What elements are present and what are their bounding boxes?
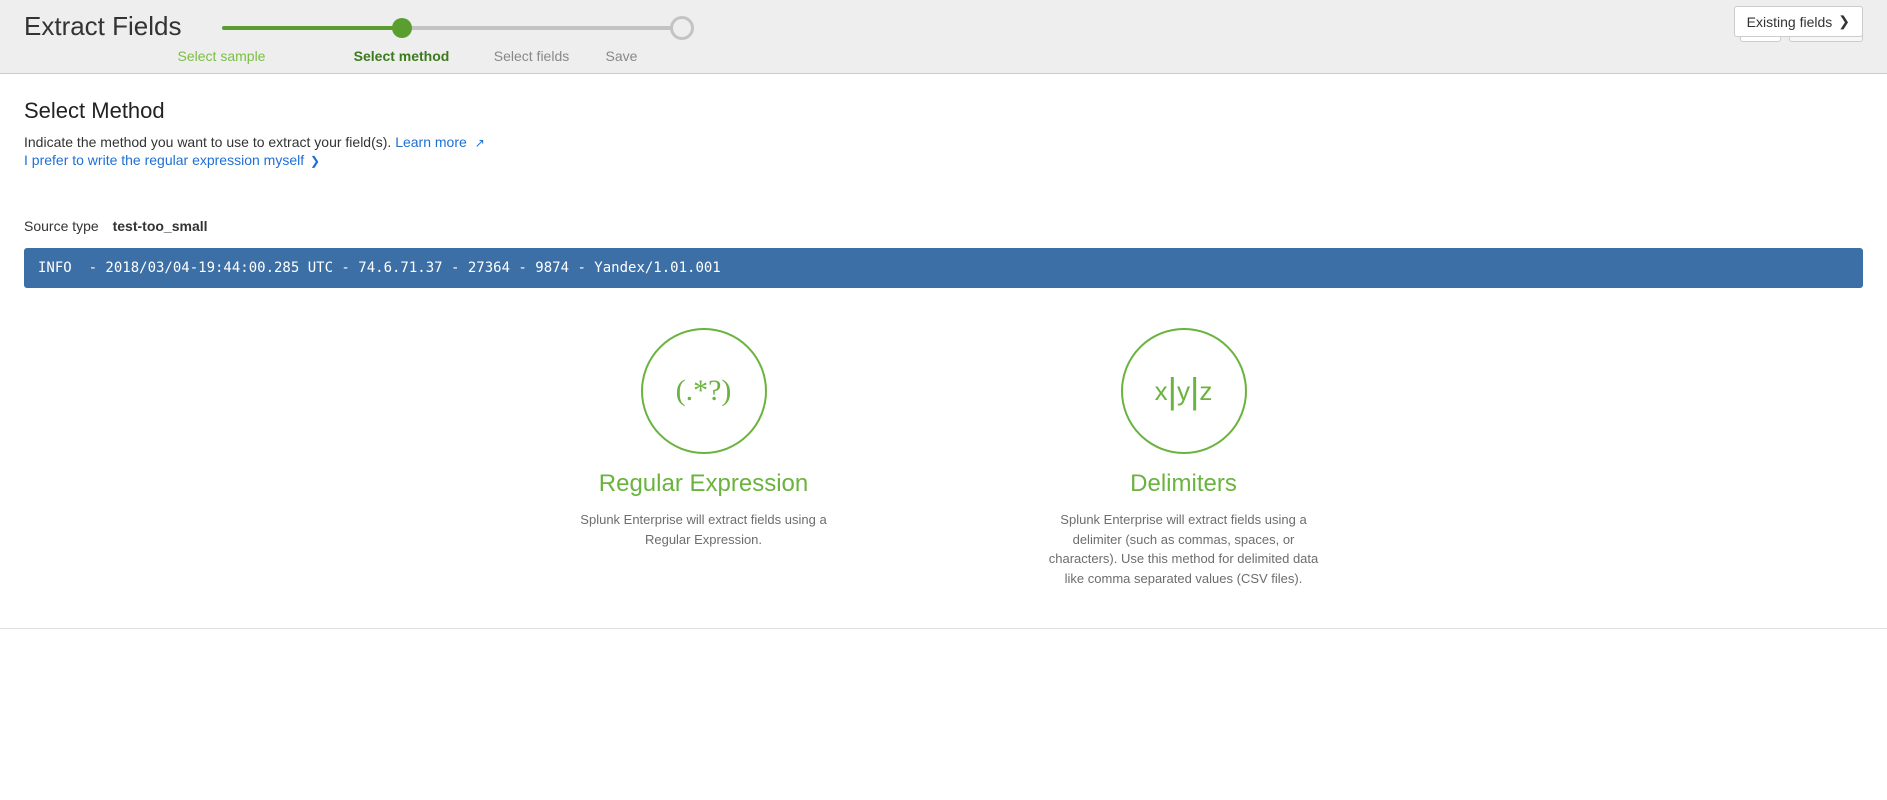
learn-more-label: Learn more (395, 134, 467, 150)
wizard-step-save: Save (606, 48, 638, 64)
wizard-line-done (222, 26, 402, 30)
existing-fields-label: Existing fields (1747, 14, 1833, 30)
learn-more-link[interactable]: Learn more ↗ (395, 134, 485, 150)
write-regex-link[interactable]: I prefer to write the regular expression… (24, 152, 320, 168)
regex-glyph: (.*?) (676, 374, 732, 408)
main-content: Select Method Indicate the method you wa… (0, 74, 1887, 629)
method-cards: (.*?) Regular Expression Splunk Enterpri… (24, 328, 1863, 588)
wizard-step-fields: Select fields (494, 48, 569, 64)
method-card-delimiters[interactable]: x | y | z Delimiters Splunk Enterprise w… (1044, 328, 1324, 588)
existing-fields-button[interactable]: Existing fields ❯ (1734, 6, 1863, 37)
delimiters-name: Delimiters (1044, 470, 1324, 498)
method-card-regex[interactable]: (.*?) Regular Expression Splunk Enterpri… (564, 328, 844, 588)
wizard-dot-current (392, 18, 412, 38)
section-description-row: Indicate the method you want to use to e… (24, 134, 1863, 150)
header-bar: Extract Fields Select sample Select meth… (0, 0, 1887, 74)
source-type-row: Source type test-too_small (24, 218, 1863, 234)
delimiters-icon: x | y | z (1121, 328, 1247, 454)
delimiters-glyph: x | y | z (1155, 370, 1213, 412)
wizard-step-sample[interactable]: Select sample (178, 48, 266, 64)
source-type-label: Source type (24, 218, 99, 234)
wizard-dot-end (670, 16, 694, 40)
external-link-icon: ↗ (475, 136, 485, 150)
wizard-track (222, 18, 692, 38)
delimiters-desc: Splunk Enterprise will extract fields us… (1044, 510, 1324, 588)
regex-icon: (.*?) (641, 328, 767, 454)
regex-name: Regular Expression (564, 470, 844, 498)
write-regex-row: I prefer to write the regular expression… (24, 152, 1863, 168)
sample-event[interactable]: INFO - 2018/03/04-19:44:00.285 UTC - 74.… (24, 248, 1863, 288)
regex-desc: Splunk Enterprise will extract fields us… (564, 510, 844, 549)
section-title: Select Method (24, 98, 1863, 124)
chevron-right-icon: ❯ (1838, 13, 1850, 30)
source-type-value: test-too_small (113, 218, 208, 234)
page-title: Extract Fields (24, 6, 182, 46)
chevron-right-icon: ❯ (310, 154, 320, 168)
wizard: Select sample Select method Select field… (222, 6, 1721, 48)
write-regex-label: I prefer to write the regular expression… (24, 152, 304, 168)
section-description: Indicate the method you want to use to e… (24, 134, 391, 150)
wizard-step-method[interactable]: Select method (354, 48, 450, 64)
